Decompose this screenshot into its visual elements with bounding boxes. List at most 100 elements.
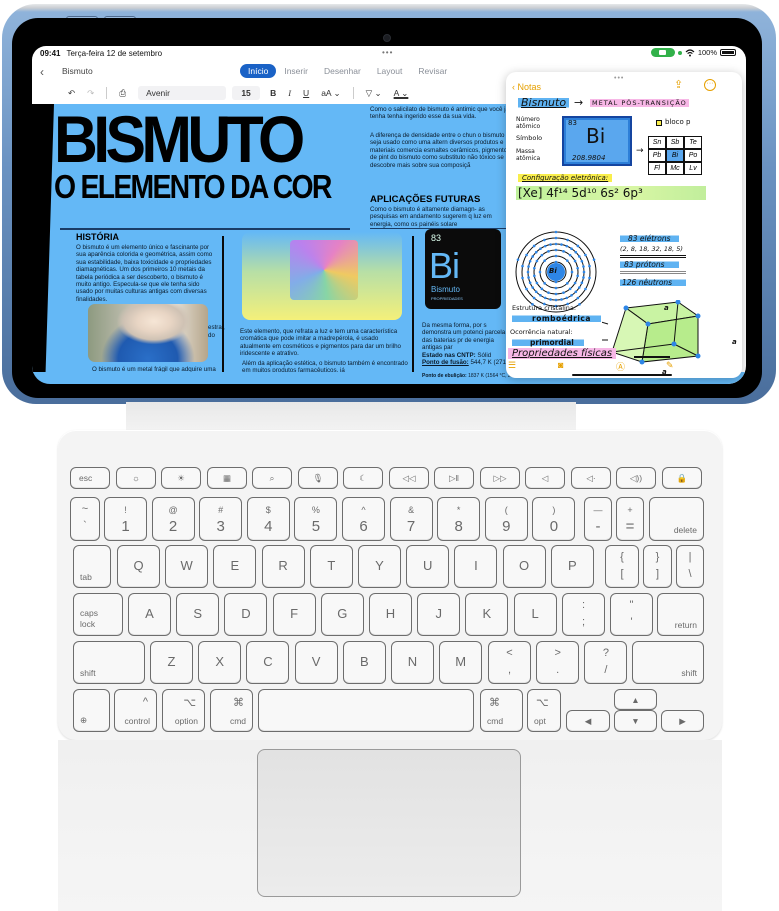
markup-icon[interactable]: Ⓐ <box>616 360 625 373</box>
key-b[interactable]: B <box>342 641 386 684</box>
key-arrow-right[interactable]: ▶ <box>661 710 704 732</box>
key-n[interactable]: N <box>391 641 434 684</box>
key-tab[interactable]: tab <box>73 545 111 588</box>
key-z[interactable]: Z <box>150 641 193 684</box>
key-backslash[interactable]: | \ <box>676 545 704 588</box>
key-brightness-down[interactable]: ☼ <box>116 467 156 489</box>
font-name-dropdown[interactable]: Avenir <box>138 86 227 100</box>
key-a[interactable]: A <box>128 593 171 636</box>
key-4[interactable]: $4 <box>246 497 290 541</box>
camera-icon[interactable]: ◙ <box>558 360 563 370</box>
key-quote[interactable]: " ' <box>610 593 653 636</box>
key-mute[interactable]: ◁ <box>525 467 565 489</box>
key-volume-up[interactable]: ◁)) <box>616 467 656 489</box>
key-1[interactable]: ! 1 <box>104 497 147 541</box>
key-p[interactable]: P <box>550 545 594 588</box>
key-6[interactable]: ^ 6 <box>342 497 385 541</box>
slide-over-grabber[interactable]: ••• <box>614 75 624 82</box>
key-q[interactable]: Q <box>117 545 160 588</box>
key-brightness-up[interactable]: ☀ <box>161 467 201 489</box>
key-minus[interactable]: — - <box>584 497 612 541</box>
key-lock[interactable]: 🔒 <box>662 467 702 489</box>
key-caps-lock[interactable]: caps lock <box>73 593 123 636</box>
key-control[interactable]: ^ control <box>114 689 157 732</box>
tab-inicio[interactable]: Início <box>240 64 277 78</box>
document-name[interactable]: Bismuto <box>62 66 93 76</box>
key-punct[interactable]: ? / <box>584 641 628 684</box>
more-icon[interactable]: ··· <box>704 79 716 91</box>
multitasking-dots[interactable]: ••• <box>382 48 393 57</box>
key-cmd-left[interactable]: ⌘ cmd <box>210 689 253 732</box>
key-play-pause[interactable]: ▷ǁ <box>434 467 474 489</box>
format-painter-icon[interactable]: ⎙ <box>119 88 126 99</box>
key-arrow-down[interactable]: ▼ <box>614 710 657 732</box>
key-7[interactable]: & 7 <box>389 497 433 541</box>
key-semicolon[interactable]: :; <box>562 593 605 636</box>
tab-desenhar[interactable]: Desenhar <box>316 64 369 78</box>
key-f[interactable]: F <box>272 593 316 636</box>
font-size-field[interactable]: 15 <box>232 86 261 100</box>
key-delete[interactable]: delete <box>649 497 704 541</box>
key-m[interactable]: M <box>439 641 483 684</box>
key-do-not-disturb[interactable]: ☾ <box>343 467 383 489</box>
key-globe[interactable]: ⊕ <box>73 689 110 732</box>
key-g[interactable]: G <box>320 593 364 636</box>
key-rewind[interactable]: ◁◁ <box>389 467 429 489</box>
tab-inserir[interactable]: Inserir <box>276 64 316 78</box>
notes-back-button[interactable]: ‹ Notas <box>512 82 541 92</box>
document-page[interactable]: BISMUTO O ELEMENTO DA COR Como o salicil… <box>32 104 512 384</box>
key-shift-right[interactable]: shift <box>632 641 704 684</box>
key-app-switcher[interactable]: ▦ <box>207 467 247 489</box>
key-c[interactable]: C <box>246 641 290 684</box>
key-dictation[interactable]: 🎙 <box>298 467 338 489</box>
key-option[interactable]: ⌥ option <box>162 689 205 732</box>
key-arrow-left[interactable]: ◀ <box>566 710 610 732</box>
key-0[interactable]: ) 0 <box>532 497 576 541</box>
key-e[interactable]: E <box>213 545 257 588</box>
font-color-button[interactable]: A ⌄ <box>394 88 409 99</box>
key-return[interactable]: return <box>657 593 704 636</box>
key-j[interactable]: J <box>417 593 461 636</box>
key-equals[interactable]: + = <box>616 497 644 541</box>
key-x[interactable]: X <box>198 641 242 684</box>
key-3[interactable]: #3 <box>199 497 243 541</box>
highlight-button[interactable]: ▽ ⌄ <box>366 88 382 99</box>
facetime-photo[interactable] <box>88 304 208 362</box>
key-y[interactable]: Y <box>358 545 401 588</box>
key-l[interactable]: L <box>513 593 557 636</box>
key-w[interactable]: W <box>165 545 209 588</box>
key-right-bracket[interactable]: }] <box>643 545 672 588</box>
key-i[interactable]: I <box>454 545 498 588</box>
key-r[interactable]: R <box>261 545 305 588</box>
key-v[interactable]: V <box>294 641 338 684</box>
key-volume-down[interactable]: ◁· <box>571 467 611 489</box>
key-9[interactable]: (9 <box>484 497 528 541</box>
key-t[interactable]: T <box>309 545 353 588</box>
undo-icon[interactable]: ↶ <box>68 88 75 99</box>
key-esc[interactable]: esc <box>70 467 110 489</box>
key-k[interactable]: K <box>465 593 509 636</box>
compose-icon[interactable]: ✎ <box>666 360 674 371</box>
key-punct[interactable]: <, <box>488 641 531 684</box>
key-shift-left[interactable]: shift <box>73 641 145 684</box>
redo-icon[interactable]: ↷ <box>87 88 94 99</box>
key-cmd-right[interactable]: cmd ⌘ <box>480 689 523 732</box>
share-icon[interactable]: ⇪ <box>674 78 683 91</box>
underline-button[interactable]: U <box>303 88 309 98</box>
key-s[interactable]: S <box>176 593 220 636</box>
chevron-left-icon[interactable]: ‹ <box>40 65 44 79</box>
key-fast-forward[interactable]: ▷▷ <box>480 467 520 489</box>
key-opt-right[interactable]: opt ⌥ <box>527 689 561 732</box>
key-5[interactable]: % 5 <box>294 497 338 541</box>
tab-layout[interactable]: Layout <box>369 64 411 78</box>
bold-button[interactable]: B <box>270 88 276 98</box>
key-8[interactable]: * 8 <box>437 497 481 541</box>
key-space[interactable] <box>258 689 474 732</box>
key-search[interactable]: ⌕ <box>252 467 292 489</box>
key-2[interactable]: @2 <box>151 497 195 541</box>
key-u[interactable]: U <box>406 545 450 588</box>
key-punct[interactable]: >. <box>536 641 580 684</box>
key-arrow-up[interactable]: ▲ <box>614 689 657 710</box>
key-o[interactable]: O <box>502 545 546 588</box>
italic-button[interactable]: I <box>288 88 291 98</box>
